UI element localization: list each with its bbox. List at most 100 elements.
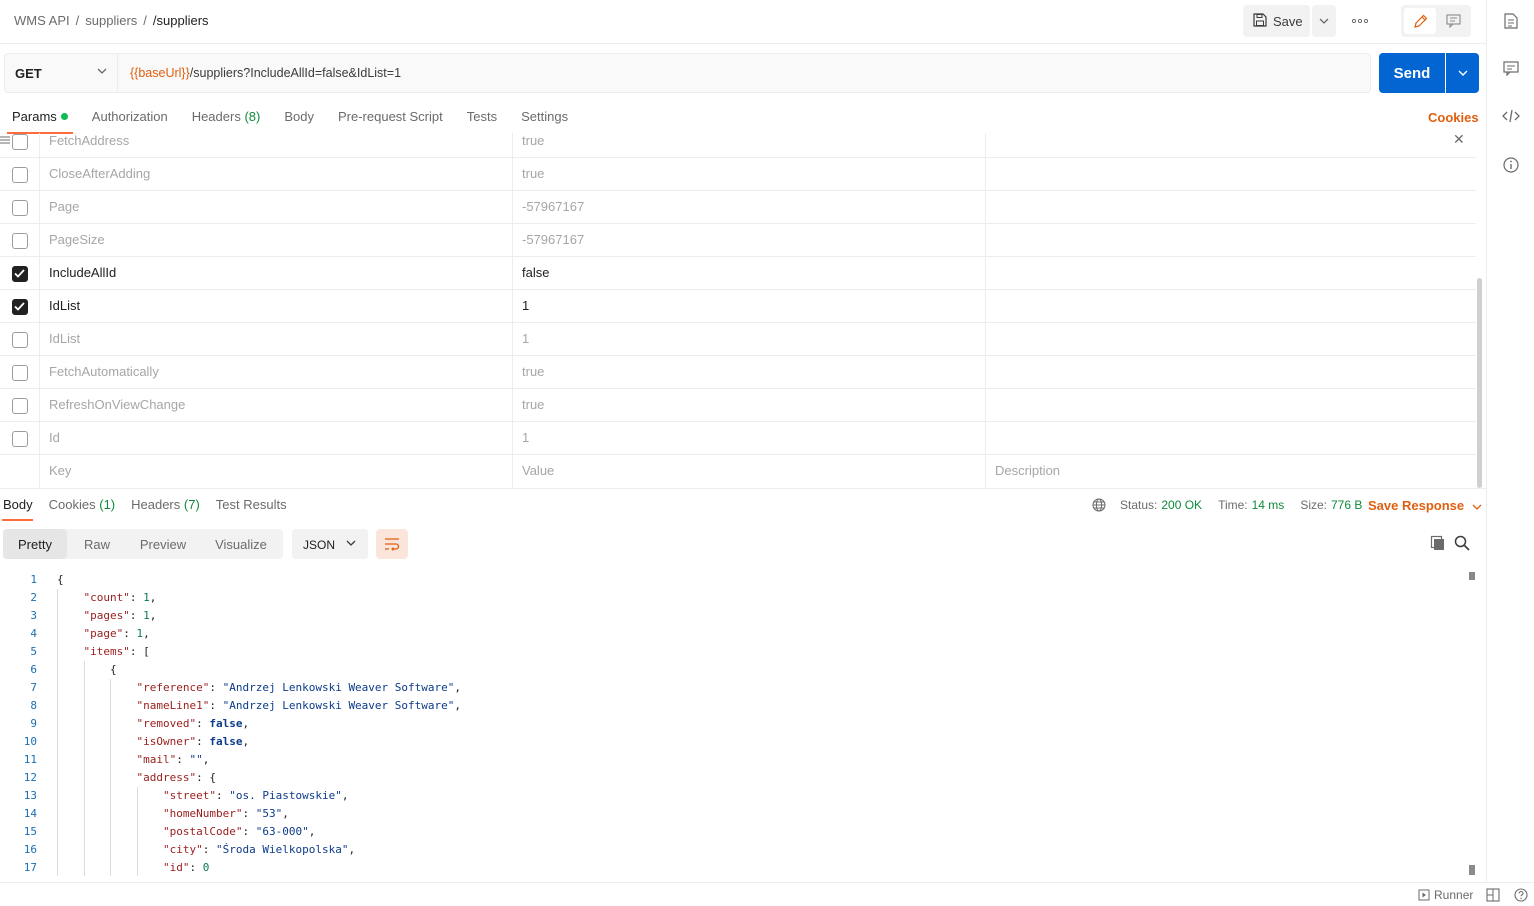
- size-value[interactable]: 776 B: [1331, 498, 1362, 512]
- param-checkbox[interactable]: [11, 166, 28, 183]
- comments-icon[interactable]: [1501, 58, 1521, 78]
- indent-guide: [136, 823, 138, 841]
- resp-tab-test-results[interactable]: Test Results: [213, 497, 295, 521]
- wrap-lines-button[interactable]: [376, 529, 408, 559]
- code-scrollbar[interactable]: [1468, 571, 1476, 876]
- new-description-input[interactable]: Description: [986, 455, 1476, 488]
- param-value[interactable]: -57967167: [513, 224, 986, 257]
- scroll-up-arrow[interactable]: [1469, 572, 1475, 580]
- param-value[interactable]: true: [513, 158, 986, 191]
- format-select[interactable]: JSON: [292, 529, 368, 559]
- tab-pre-request-script[interactable]: Pre-request Script: [326, 106, 455, 134]
- save-response-button[interactable]: Save Response: [1368, 498, 1482, 513]
- param-value[interactable]: true: [513, 389, 986, 422]
- method-select[interactable]: GET: [4, 53, 118, 93]
- cookies-link[interactable]: Cookies: [1428, 110, 1479, 125]
- search-icon[interactable]: [1454, 535, 1472, 553]
- tab-headers[interactable]: Headers (8): [180, 106, 273, 134]
- info-icon[interactable]: [1501, 155, 1521, 175]
- more-actions-button[interactable]: [1348, 10, 1372, 32]
- param-value[interactable]: true: [513, 133, 986, 158]
- param-key[interactable]: IncludeAllId: [40, 257, 513, 290]
- runner-button[interactable]: Runner: [1418, 888, 1473, 902]
- tab-body[interactable]: Body: [272, 106, 326, 134]
- param-description[interactable]: [986, 191, 1476, 224]
- param-description[interactable]: [986, 158, 1476, 191]
- send-button[interactable]: Send: [1379, 53, 1445, 93]
- param-description[interactable]: [986, 133, 1476, 158]
- tab-settings[interactable]: Settings: [509, 106, 580, 134]
- view-preview-button[interactable]: Preview: [127, 529, 199, 559]
- line-number: 6: [30, 663, 37, 676]
- url-input[interactable]: {{baseUrl}}/suppliers?IncludeAllId=false…: [118, 53, 1371, 93]
- param-checkbox[interactable]: [11, 232, 28, 249]
- tab-tests[interactable]: Tests: [455, 106, 509, 134]
- param-key[interactable]: Id: [40, 422, 513, 455]
- param-value[interactable]: 1: [513, 290, 986, 323]
- param-checkbox[interactable]: [11, 199, 28, 216]
- breadcrumb-collection[interactable]: WMS API: [14, 13, 70, 28]
- code-snippet-icon[interactable]: [1501, 106, 1521, 126]
- param-description[interactable]: [986, 257, 1476, 290]
- send-options-button[interactable]: [1446, 53, 1479, 93]
- resp-tab-headers[interactable]: Headers (7): [128, 497, 208, 521]
- breadcrumb-request[interactable]: /suppliers: [153, 13, 209, 28]
- param-description[interactable]: [986, 389, 1476, 422]
- param-description[interactable]: [986, 224, 1476, 257]
- status-value[interactable]: 200 OK: [1161, 498, 1202, 512]
- param-checkbox[interactable]: [11, 364, 28, 381]
- param-value[interactable]: true: [513, 356, 986, 389]
- two-pane-icon[interactable]: [1486, 888, 1500, 902]
- save-button[interactable]: Save: [1243, 5, 1310, 37]
- view-raw-button[interactable]: Raw: [67, 529, 127, 559]
- check-icon: [14, 269, 25, 278]
- param-checkbox[interactable]: [11, 133, 28, 150]
- param-checkbox[interactable]: [11, 430, 28, 447]
- param-key[interactable]: PageSize: [40, 224, 513, 257]
- new-value-input[interactable]: Value: [513, 455, 986, 488]
- param-key[interactable]: CloseAfterAdding: [40, 158, 513, 191]
- param-key[interactable]: RefreshOnViewChange: [40, 389, 513, 422]
- view-visualize-button[interactable]: Visualize: [199, 529, 283, 559]
- param-key[interactable]: IdList: [40, 290, 513, 323]
- globe-icon[interactable]: [1092, 498, 1106, 512]
- documentation-icon[interactable]: [1501, 11, 1521, 31]
- view-pretty-button[interactable]: Pretty: [3, 529, 67, 559]
- edit-mode-button[interactable]: [1404, 8, 1436, 34]
- param-value[interactable]: 1: [513, 323, 986, 356]
- param-description[interactable]: [986, 422, 1476, 455]
- param-description[interactable]: [986, 290, 1476, 323]
- param-checkbox[interactable]: [11, 397, 28, 414]
- indent-guide: [57, 697, 58, 715]
- copy-icon[interactable]: [1430, 535, 1448, 553]
- breadcrumb-folder[interactable]: suppliers: [85, 13, 137, 28]
- param-description[interactable]: [986, 356, 1476, 389]
- param-checkbox[interactable]: [11, 331, 28, 348]
- param-checkbox[interactable]: [11, 298, 28, 315]
- resp-tab-cookies[interactable]: Cookies (1): [46, 497, 123, 521]
- resp-tab-body[interactable]: Body: [0, 497, 41, 521]
- param-key[interactable]: Page: [40, 191, 513, 224]
- help-icon[interactable]: [1514, 888, 1528, 902]
- delete-param-icon[interactable]: ✕: [1453, 133, 1465, 148]
- drag-handle-icon[interactable]: [0, 135, 10, 145]
- param-description[interactable]: [986, 323, 1476, 356]
- new-key-input[interactable]: Key: [40, 455, 513, 488]
- breadcrumb: WMS API / suppliers / /suppliers: [14, 13, 209, 28]
- tab-params[interactable]: Params: [0, 106, 80, 134]
- param-key[interactable]: FetchAddress: [40, 133, 513, 158]
- params-scrollbar[interactable]: [1477, 278, 1482, 488]
- save-options-button[interactable]: [1312, 5, 1336, 37]
- param-key[interactable]: FetchAutomatically: [40, 356, 513, 389]
- param-checkbox[interactable]: [11, 265, 28, 282]
- scroll-down-arrow[interactable]: [1469, 865, 1475, 875]
- param-value[interactable]: -57967167: [513, 191, 986, 224]
- param-value[interactable]: false: [513, 257, 986, 290]
- time-value[interactable]: 14 ms: [1252, 498, 1285, 512]
- param-value[interactable]: 1: [513, 422, 986, 455]
- param-enable-cell: [0, 323, 40, 356]
- tab-authorization[interactable]: Authorization: [80, 106, 180, 134]
- param-key[interactable]: IdList: [40, 323, 513, 356]
- comment-mode-button[interactable]: [1438, 8, 1468, 34]
- response-body-code[interactable]: 1{2 "count": 1, 3 "pages": 1, 4 "page": 1, 5 "i…: [0, 571, 1466, 876]
